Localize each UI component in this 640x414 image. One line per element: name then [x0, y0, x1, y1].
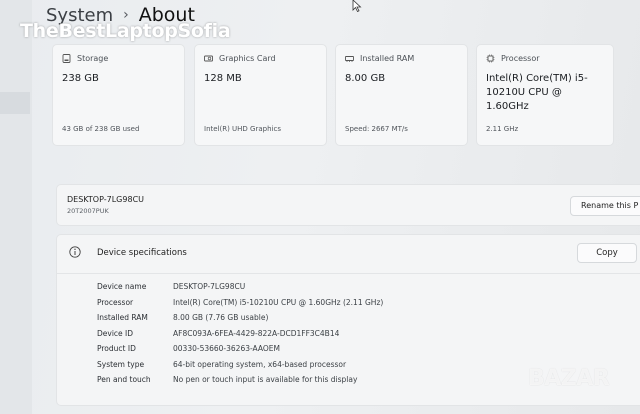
- processor-label: Processor: [501, 54, 540, 63]
- device-name-section: DESKTOP-7LG98CU 20T2007PUK Rename this P: [56, 184, 640, 226]
- spec-value: No pen or touch input is available for t…: [173, 375, 358, 384]
- graphics-card-icon: [204, 55, 213, 62]
- spec-row-device-name: Device name DESKTOP-7LG98CU: [97, 282, 245, 291]
- spec-row-system-type: System type 64-bit operating system, x64…: [97, 360, 346, 369]
- spec-label: Processor: [97, 298, 134, 307]
- spec-row-pen-and-touch: Pen and touch No pen or touch input is a…: [97, 375, 357, 384]
- storage-icon: [62, 54, 71, 63]
- mouse-cursor-icon: [352, 0, 362, 12]
- processor-value: Intel(R) Core(TM) i5-10210U CPU @ 1.60GH…: [486, 73, 588, 112]
- spec-row-processor: Processor Intel(R) Core(TM) i5-10210U CP…: [97, 298, 383, 307]
- spec-value: AF8C093A-6FEA-4429-822A-DCD1FF3C4B14: [173, 329, 340, 338]
- spec-label: Device ID: [97, 329, 134, 338]
- ram-card[interactable]: Installed RAM 8.00 GB Speed: 2667 MT/s: [335, 44, 468, 146]
- device-specifications-title: Device specifications: [97, 248, 187, 258]
- spec-row-product-id: Product ID 00330-53660-36263-AAOEM: [97, 344, 280, 353]
- spec-row-installed-ram: Installed RAM 8.00 GB (7.76 GB usable): [97, 313, 268, 322]
- ram-icon: [345, 56, 354, 62]
- rename-pc-button[interactable]: Rename this P: [570, 196, 640, 216]
- spec-label: Installed RAM: [97, 313, 148, 322]
- spec-label: Device name: [97, 282, 147, 291]
- graphics-card-model: Intel(R) UHD Graphics: [204, 125, 281, 133]
- storage-usage: 43 GB of 238 GB used: [62, 125, 140, 133]
- device-model: 20T2007PUK: [67, 207, 109, 215]
- graphics-card-card[interactable]: Graphics Card 128 MB Intel(R) UHD Graphi…: [194, 44, 327, 146]
- spec-value: DESKTOP-7LG98CU: [173, 282, 246, 291]
- info-icon: [69, 246, 81, 258]
- processor-speed: 2.11 GHz: [486, 125, 519, 133]
- ram-value: 8.00 GB: [345, 73, 386, 84]
- spec-label: System type: [97, 360, 145, 369]
- graphics-card-value: 128 MB: [204, 73, 242, 84]
- ram-label: Installed RAM: [360, 54, 415, 63]
- nav-pane-item[interactable]: [0, 92, 30, 114]
- spec-label: Pen and touch: [97, 375, 151, 384]
- processor-card[interactable]: Processor Intel(R) Core(TM) i5-10210U CP…: [476, 44, 614, 146]
- ram-speed: Speed: 2667 MT/s: [345, 125, 408, 133]
- watermark: TheBestLaptopSofia: [20, 20, 231, 42]
- spec-value: 64-bit operating system, x64-based proce…: [173, 360, 347, 369]
- bazar-watermark-logo: BAZAR: [528, 366, 610, 391]
- storage-value: 238 GB: [62, 73, 99, 84]
- copy-button[interactable]: Copy: [577, 243, 637, 263]
- graphics-card-label: Graphics Card: [219, 54, 276, 63]
- device-name: DESKTOP-7LG98CU: [67, 195, 145, 204]
- spec-label: Product ID: [97, 344, 136, 353]
- spec-value: Intel(R) Core(TM) i5-10210U CPU @ 1.60GH…: [173, 298, 384, 307]
- spec-row-device-id: Device ID AF8C093A-6FEA-4429-822A-DCD1FF…: [97, 329, 339, 338]
- spec-value: 00330-53660-36263-AAOEM: [173, 344, 280, 353]
- processor-icon: [486, 54, 495, 63]
- device-specifications-header[interactable]: Device specifications Copy: [57, 235, 640, 274]
- spec-value: 8.00 GB (7.76 GB usable): [173, 313, 269, 322]
- storage-label: Storage: [77, 54, 109, 63]
- storage-card[interactable]: Storage 238 GB 43 GB of 238 GB used: [52, 44, 185, 146]
- nav-pane-edge: [0, 0, 32, 414]
